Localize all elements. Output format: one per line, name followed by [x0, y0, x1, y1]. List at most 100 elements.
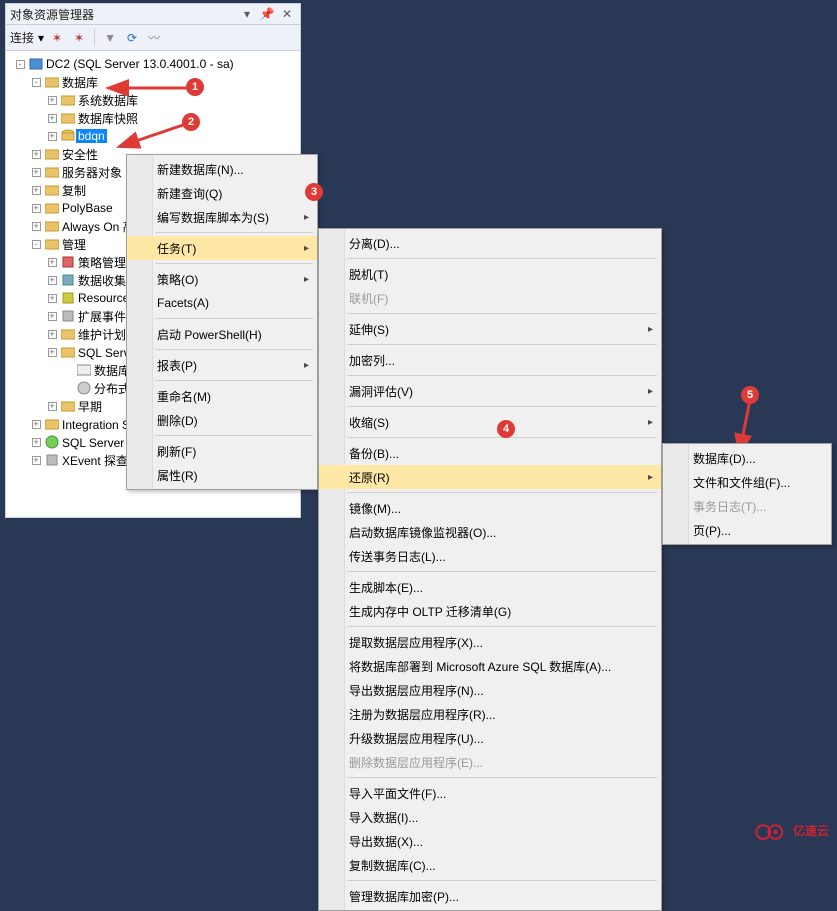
expand-toggle[interactable]: + — [44, 92, 60, 108]
menu-restore[interactable]: 还原(R) — [319, 465, 661, 489]
menu-facets[interactable]: Facets(A) — [127, 291, 317, 315]
expand-toggle[interactable]: + — [28, 164, 44, 180]
connect-icon[interactable]: ✶ — [48, 29, 66, 47]
tree-node-snapshot[interactable]: + 数据库快照 — [8, 109, 298, 127]
menu-export-data[interactable]: 导出数据(X)... — [319, 829, 661, 853]
menu-separator — [155, 232, 313, 233]
menu-import-flat[interactable]: 导入平面文件(F)... — [319, 781, 661, 805]
panel-titlebar: 对象资源管理器 ▾ 📌 ✕ — [6, 4, 300, 25]
menu-shrink[interactable]: 收缩(S) — [319, 410, 661, 434]
context-menu-db[interactable]: 新建数据库(N)... 新建查询(Q) 编写数据库脚本为(S) 任务(T) 策略… — [126, 154, 318, 490]
expand-toggle[interactable]: + — [28, 200, 44, 216]
node-label: 数据库 — [60, 74, 98, 91]
folder-icon — [44, 164, 60, 180]
menu-copy-db[interactable]: 复制数据库(C)... — [319, 853, 661, 877]
menu-vuln-assessment[interactable]: 漏洞评估(V) — [319, 379, 661, 403]
menu-bring-online: 联机(F) — [319, 286, 661, 310]
expand-toggle[interactable]: + — [44, 128, 60, 144]
expand-toggle[interactable]: + — [28, 146, 44, 162]
connect-label[interactable]: 连接 — [10, 29, 34, 46]
expand-toggle[interactable]: + — [28, 416, 44, 432]
folder-icon — [60, 92, 76, 108]
menu-detach[interactable]: 分离(D)... — [319, 231, 661, 255]
close-icon[interactable]: ✕ — [278, 5, 296, 23]
context-menu-tasks[interactable]: 分离(D)... 脱机(T) 联机(F) 延伸(S) 加密列... 漏洞评估(V… — [318, 228, 662, 911]
menu-mirror[interactable]: 镜像(M)... — [319, 496, 661, 520]
menu-new-query[interactable]: 新建查询(Q) — [127, 181, 317, 205]
menu-backup[interactable]: 备份(B)... — [319, 441, 661, 465]
menu-separator — [155, 435, 313, 436]
menu-restore-page[interactable]: 页(P)... — [663, 518, 831, 542]
menu-stretch[interactable]: 延伸(S) — [319, 317, 661, 341]
expand-toggle[interactable]: + — [44, 290, 60, 306]
menu-separator — [347, 571, 657, 572]
refresh-icon[interactable]: ⟳ — [123, 29, 141, 47]
dropdown-icon[interactable]: ▾ — [238, 5, 256, 23]
menu-take-offline[interactable]: 脱机(T) — [319, 262, 661, 286]
folder-icon — [44, 74, 60, 90]
expand-toggle[interactable]: + — [28, 182, 44, 198]
menu-properties[interactable]: 属性(R) — [127, 463, 317, 487]
menu-refresh[interactable]: 刷新(F) — [127, 439, 317, 463]
expand-toggle[interactable]: + — [44, 110, 60, 126]
menu-delete[interactable]: 删除(D) — [127, 408, 317, 432]
expand-toggle[interactable]: + — [28, 452, 44, 468]
menu-extract-dacpac[interactable]: 提取数据层应用程序(X)... — [319, 630, 661, 654]
policy-icon — [60, 254, 76, 270]
menu-upgrade-dacpac[interactable]: 升级数据层应用程序(U)... — [319, 726, 661, 750]
disconnect-icon[interactable]: ✶ — [70, 29, 88, 47]
agent-icon — [44, 434, 60, 450]
node-label: 系统数据库 — [76, 92, 138, 109]
expand-toggle[interactable]: - — [12, 56, 28, 72]
dropdown-icon[interactable]: ▾ — [38, 31, 44, 45]
menu-reports[interactable]: 报表(P) — [127, 353, 317, 377]
menu-rename[interactable]: 重命名(M) — [127, 384, 317, 408]
expand-toggle[interactable]: + — [28, 218, 44, 234]
menu-export-dacpac[interactable]: 导出数据层应用程序(N)... — [319, 678, 661, 702]
context-menu-restore[interactable]: 数据库(D)... 文件和文件组(F)... 事务日志(T)... 页(P)..… — [662, 443, 832, 545]
menu-manage-db-encrypt[interactable]: 管理数据库加密(P)... — [319, 884, 661, 908]
menu-script-db-as[interactable]: 编写数据库脚本为(S) — [127, 205, 317, 229]
folder-icon — [60, 398, 76, 414]
filter-icon[interactable]: ▼ — [101, 29, 119, 47]
menu-ship-logs[interactable]: 传送事务日志(L)... — [319, 544, 661, 568]
menu-gen-oltp[interactable]: 生成内存中 OLTP 迁移清单(G) — [319, 599, 661, 623]
menu-deploy-azure[interactable]: 将数据库部署到 Microsoft Azure SQL 数据库(A)... — [319, 654, 661, 678]
dtc-icon — [76, 380, 92, 396]
node-label: DC2 (SQL Server 13.0.4001.0 - sa) — [44, 57, 234, 71]
panel-toolbar: 连接 ▾ ✶ ✶ ▼ ⟳ 〰 — [6, 25, 300, 51]
folder-icon — [60, 326, 76, 342]
folder-icon — [60, 110, 76, 126]
xevent-icon — [60, 308, 76, 324]
menu-policies[interactable]: 策略(O) — [127, 267, 317, 291]
expand-toggle[interactable]: + — [44, 308, 60, 324]
menu-encrypt-columns[interactable]: 加密列... — [319, 348, 661, 372]
expand-toggle[interactable]: - — [28, 74, 44, 90]
menu-launch-mirror-monitor[interactable]: 启动数据库镜像监视器(O)... — [319, 520, 661, 544]
menu-start-powershell[interactable]: 启动 PowerShell(H) — [127, 322, 317, 346]
expand-toggle[interactable]: + — [44, 398, 60, 414]
expand-toggle[interactable]: + — [44, 272, 60, 288]
menu-restore-files-groups[interactable]: 文件和文件组(F)... — [663, 470, 831, 494]
expand-toggle[interactable]: + — [44, 344, 60, 360]
tree-node-sysdb[interactable]: + 系统数据库 — [8, 91, 298, 109]
pin-icon[interactable]: 📌 — [258, 5, 276, 23]
expand-toggle[interactable]: + — [44, 254, 60, 270]
tree-node-server[interactable]: - DC2 (SQL Server 13.0.4001.0 - sa) — [8, 55, 298, 73]
menu-separator — [155, 318, 313, 319]
menu-restore-database[interactable]: 数据库(D)... — [663, 446, 831, 470]
menu-import-data[interactable]: 导入数据(I)... — [319, 805, 661, 829]
tree-node-databases[interactable]: - 数据库 — [8, 73, 298, 91]
activity-icon[interactable]: 〰 — [145, 29, 163, 47]
expand-toggle[interactable]: + — [28, 434, 44, 450]
expand-toggle[interactable]: + — [44, 326, 60, 342]
menu-delete-dacpac: 删除数据层应用程序(E)... — [319, 750, 661, 774]
menu-new-database[interactable]: 新建数据库(N)... — [127, 157, 317, 181]
tree-node-bdqn[interactable]: + bdqn — [8, 127, 298, 145]
menu-separator — [347, 375, 657, 376]
menu-gen-scripts[interactable]: 生成脚本(E)... — [319, 575, 661, 599]
expand-toggle[interactable]: - — [28, 236, 44, 252]
menu-register-dacpac[interactable]: 注册为数据层应用程序(R)... — [319, 702, 661, 726]
menu-tasks[interactable]: 任务(T) — [127, 236, 317, 260]
folder-icon — [44, 416, 60, 432]
